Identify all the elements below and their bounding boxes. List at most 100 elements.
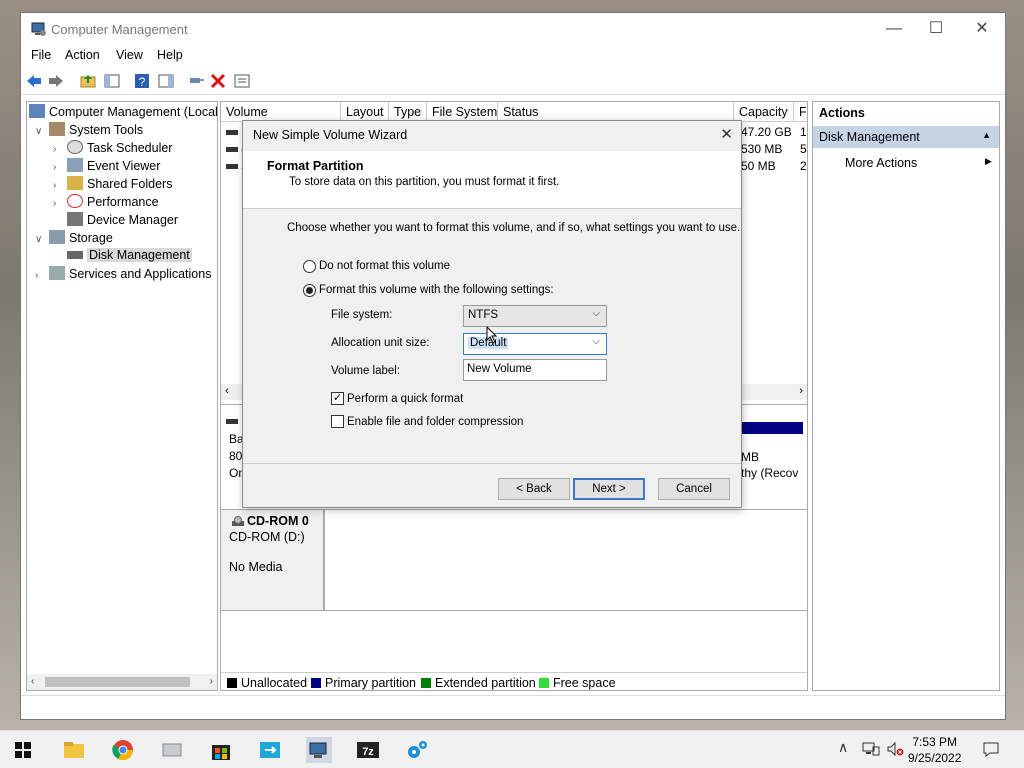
tree-item-services[interactable]: › Services and Applications	[35, 266, 211, 284]
sync-app-icon[interactable]	[257, 737, 283, 763]
menu-action[interactable]: Action	[65, 48, 100, 62]
quick-format-checkbox[interactable]: ✓	[331, 392, 344, 405]
tree-item-shared-folders[interactable]: › Shared Folders	[53, 176, 172, 194]
tree-item-storage[interactable]: ∨ Storage	[35, 230, 113, 248]
help-icon[interactable]: ?	[133, 72, 151, 90]
col-volume[interactable]: Volume	[221, 102, 341, 122]
tree-item-device-manager[interactable]: Device Manager	[53, 212, 178, 230]
collapse-icon[interactable]: ∨	[35, 126, 49, 137]
cancel-button[interactable]: Cancel	[658, 478, 730, 500]
network-icon[interactable]	[862, 741, 880, 757]
submenu-arrow-icon: ▶	[985, 156, 992, 166]
volume-icon	[226, 164, 238, 169]
expand-icon[interactable]: ›	[53, 162, 67, 173]
close-button[interactable]: ✕	[959, 17, 1005, 41]
allocation-unit-select[interactable]: Default ⌵	[463, 333, 607, 355]
volume-label-label: Volume label:	[331, 365, 401, 377]
computer-management-taskbar-icon[interactable]	[306, 737, 332, 763]
menu-view[interactable]: View	[116, 48, 143, 62]
minimize-button[interactable]: —	[871, 17, 917, 41]
cdrom-type: CD-ROM (D:)	[229, 530, 305, 544]
tree-item-root[interactable]: Computer Management (Local	[29, 104, 217, 122]
legend-unallocated: Unallocated	[227, 676, 307, 690]
properties-icon[interactable]	[233, 72, 251, 90]
remote-desktop-icon[interactable]	[159, 737, 185, 763]
scroll-left-icon[interactable]: ‹	[225, 385, 229, 397]
expand-icon[interactable]: ›	[53, 144, 67, 155]
clock-time: 7:53 PM	[912, 735, 958, 749]
legend-swatch	[227, 678, 237, 688]
legend-swatch	[421, 678, 431, 688]
collapse-triangle-icon[interactable]: ▲	[982, 130, 991, 140]
mouse-cursor-icon	[486, 326, 498, 344]
quick-format-label[interactable]: Perform a quick format	[347, 393, 463, 405]
tree-item-system-tools[interactable]: ∨ System Tools	[35, 122, 143, 140]
actions-title: Actions	[819, 106, 865, 120]
show-hide-action-pane-icon[interactable]	[157, 72, 175, 90]
clock[interactable]: 7:53 PM 9/25/2022	[908, 734, 961, 766]
maximize-button[interactable]: ☐	[913, 17, 959, 41]
store-icon[interactable]	[208, 737, 234, 763]
taskbar: 7z ∧ 7:53 PM 9/25/2022	[0, 730, 1024, 768]
file-explorer-icon[interactable]	[61, 737, 87, 763]
col-type[interactable]: Type	[389, 102, 427, 122]
collapse-icon[interactable]: ∨	[35, 234, 49, 245]
tree-item-task-scheduler[interactable]: › Task Scheduler	[53, 140, 172, 158]
back-button[interactable]: < Back	[498, 478, 570, 500]
scroll-left-icon[interactable]: ‹	[31, 676, 34, 687]
navigation-tree: Computer Management (Local ∨ System Tools…	[26, 101, 218, 691]
col-status[interactable]: Status	[498, 102, 734, 122]
windows-start-icon[interactable]	[10, 737, 36, 763]
show-hidden-icons-icon[interactable]: ∧	[838, 739, 848, 756]
tree-item-disk-management[interactable]: Disk Management	[53, 248, 192, 266]
disk0-partition-status: thy (Recov	[741, 466, 799, 480]
up-folder-icon[interactable]	[79, 72, 97, 90]
actions-section-disk-management[interactable]: Disk Management ▲	[813, 126, 999, 148]
file-system-select[interactable]: NTFS ⌵	[463, 305, 607, 327]
format-volume-radio[interactable]	[303, 284, 316, 297]
compression-checkbox[interactable]	[331, 415, 344, 428]
settings-gears-icon[interactable]	[404, 737, 430, 763]
compression-label[interactable]: Enable file and folder compression	[347, 416, 523, 428]
scroll-right-icon[interactable]: ›	[799, 385, 803, 397]
tree-item-event-viewer[interactable]: › Event Viewer	[53, 158, 160, 176]
notifications-icon[interactable]	[982, 740, 1000, 758]
col-capacity[interactable]: Capacity	[734, 102, 794, 122]
expand-icon[interactable]: ›	[53, 180, 67, 191]
menu-file[interactable]: File	[31, 48, 51, 62]
do-not-format-label[interactable]: Do not format this volume	[319, 260, 450, 272]
dialog-separator	[243, 463, 741, 464]
col-file-system[interactable]: File System	[427, 102, 498, 122]
show-hide-tree-icon[interactable]	[103, 72, 121, 90]
shared-folders-icon	[67, 176, 83, 190]
delete-icon[interactable]	[209, 72, 227, 90]
disk0-partition-size: MB	[741, 450, 759, 464]
more-actions-item[interactable]: More Actions ▶	[845, 156, 992, 170]
cdrom-card[interactable]: CD-ROM 0 CD-ROM (D:) No Media	[221, 510, 325, 610]
dialog-heading: Format Partition	[267, 159, 364, 173]
col-layout[interactable]: Layout	[341, 102, 389, 122]
chrome-icon[interactable]	[110, 737, 136, 763]
svg-text:7z: 7z	[362, 746, 374, 758]
scrollbar-thumb[interactable]	[45, 677, 190, 687]
computer-management-icon	[31, 22, 46, 36]
do-not-format-radio[interactable]	[303, 260, 316, 273]
volume-muted-icon[interactable]	[886, 741, 904, 757]
scroll-right-icon[interactable]: ›	[210, 676, 213, 687]
tree-item-performance[interactable]: › Performance	[53, 194, 159, 212]
next-button[interactable]: Next >	[573, 478, 645, 500]
expand-icon[interactable]: ›	[35, 270, 49, 281]
volume-label-input[interactable]: New Volume	[463, 359, 607, 381]
connect-icon[interactable]	[187, 72, 205, 90]
clock-date: 9/25/2022	[908, 751, 962, 765]
dialog-close-button[interactable]: ✕	[720, 125, 733, 143]
menu-help[interactable]: Help	[157, 48, 183, 62]
back-arrow-icon[interactable]	[25, 72, 43, 90]
7zip-icon[interactable]: 7z	[355, 737, 381, 763]
forward-arrow-icon[interactable]	[47, 72, 65, 90]
format-volume-label[interactable]: Format this volume with the following se…	[319, 284, 554, 296]
col-free[interactable]: F	[794, 102, 807, 122]
services-icon	[49, 266, 65, 280]
tree-horizontal-scrollbar[interactable]: ‹ ›	[27, 674, 217, 690]
expand-icon[interactable]: ›	[53, 198, 67, 209]
